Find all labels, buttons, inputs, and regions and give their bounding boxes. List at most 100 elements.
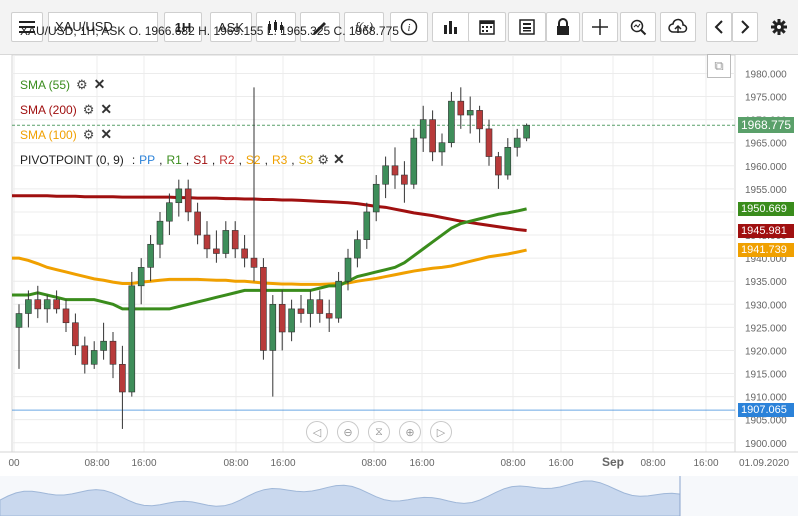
candle-body	[203, 234, 211, 250]
candle-body	[100, 340, 107, 351]
candle-body	[335, 280, 342, 319]
pivot-price-label: 1907.065	[738, 403, 794, 418]
candle-body	[448, 100, 455, 144]
gear-icon[interactable]: ⚙	[76, 77, 88, 93]
indicator-label: SMA (100)	[20, 127, 77, 142]
time-tick: 16:00	[270, 458, 295, 469]
candle-body	[147, 243, 154, 268]
candle-body	[269, 303, 277, 351]
time-tick: 16:00	[131, 458, 156, 469]
candle-body	[344, 257, 352, 282]
zoom-in-icon: ⊕	[405, 426, 415, 439]
zoom-out-button[interactable]: ⊖	[337, 421, 359, 443]
pivot-part: S3	[298, 152, 314, 167]
candle-body	[504, 147, 512, 176]
candle-body	[119, 363, 126, 393]
ohlc-info: XAU/USD, 1H, ASK O. 1966.682 H. 1969.155…	[20, 24, 399, 38]
pivot-part: R3	[271, 152, 288, 167]
time-tick: 08:00	[223, 458, 248, 469]
indicator-label: SMA (200)	[20, 102, 77, 117]
candle-body	[457, 100, 465, 116]
candle-body	[250, 257, 258, 268]
time-tick: Sep	[602, 455, 624, 469]
pivot-part: S1	[193, 152, 208, 167]
candle-body	[156, 220, 164, 245]
price-tick: 1925.000	[745, 323, 787, 334]
candle-body	[278, 303, 286, 333]
pivot-part: S2	[245, 152, 261, 167]
price-tick: 1910.000	[745, 393, 787, 404]
candle-body	[43, 299, 51, 310]
price-tick: 1900.000	[745, 439, 787, 450]
indicator-label: PIVOTPOINT (0, 9)	[20, 152, 124, 167]
candle-body	[476, 110, 483, 130]
navigator-strip	[0, 476, 798, 516]
candle-body	[194, 211, 201, 236]
candle-body	[166, 202, 173, 222]
candle-body	[466, 110, 474, 116]
scroll-back-button[interactable]: ◁	[306, 421, 328, 443]
close-icon[interactable]: ✕	[94, 76, 106, 93]
expand-icon: ⧉	[714, 58, 724, 73]
gear-icon[interactable]: ⚙	[83, 127, 95, 143]
sma55-price-label: 1950.669	[738, 201, 794, 216]
sma200-price-label: 1945.981	[738, 223, 794, 238]
scroll-forward-button[interactable]: ▷	[430, 421, 452, 443]
time-tick: 01.09.2020	[739, 458, 789, 469]
expand-button[interactable]: ⧉	[707, 54, 731, 78]
last-price-label: 1968.775	[738, 117, 794, 134]
price-tick: 1980.000	[745, 69, 787, 80]
candle-body	[53, 299, 60, 310]
price-tick: 1955.000	[745, 185, 787, 196]
price-tick: 1905.000	[745, 416, 787, 427]
candle-body	[316, 299, 324, 314]
candle-body	[90, 350, 98, 365]
pivot-part: R2	[219, 152, 235, 167]
candle-body	[401, 174, 408, 185]
close-icon[interactable]: ✕	[100, 101, 112, 118]
candle-body	[241, 248, 248, 259]
candle-body	[495, 156, 502, 176]
gear-icon[interactable]: ⚙	[317, 152, 329, 168]
candle-body	[25, 299, 32, 314]
triangle-left-icon: ◁	[312, 426, 322, 439]
close-icon[interactable]: ✕	[100, 126, 112, 143]
candle-body	[128, 285, 136, 393]
candle-body	[438, 142, 446, 153]
price-tick: 1960.000	[745, 162, 787, 173]
price-chart[interactable]: 1980.0001975.0001970.0001965.0001960.000…	[0, 0, 798, 516]
candle-body	[222, 230, 230, 254]
candle-body	[260, 267, 267, 351]
price-tick: 1930.000	[745, 300, 787, 311]
reset-button[interactable]: ⧖	[368, 421, 390, 443]
candle-body	[297, 308, 305, 314]
gear-icon[interactable]: ⚙	[83, 102, 95, 118]
candle-body	[372, 183, 380, 213]
price-tick: 1920.000	[745, 346, 787, 357]
candle-body	[354, 239, 361, 259]
indicator-sma100: SMA (100) ⚙ ✕	[20, 126, 112, 143]
candle-body	[175, 188, 183, 204]
candle-body	[213, 248, 220, 254]
indicator-label: SMA (55)	[20, 77, 71, 92]
zoom-in-button[interactable]: ⊕	[399, 421, 421, 443]
chart-grid	[11, 54, 736, 453]
candle-body	[307, 299, 314, 314]
price-tick: 1935.000	[745, 277, 787, 288]
time-tick: 08:00	[640, 458, 665, 469]
price-tick: 1915.000	[745, 370, 787, 381]
candle-body	[184, 188, 192, 213]
candle-body	[382, 165, 389, 185]
indicator-pivot: PIVOTPOINT (0, 9) : PP, R1, S1, R2, S2, …	[20, 151, 345, 168]
candle-body	[231, 230, 239, 250]
sma100-price-label: 1941.739	[738, 243, 794, 258]
reset-icon: ⧖	[375, 425, 383, 438]
candle-body	[363, 211, 371, 240]
close-icon[interactable]: ✕	[333, 151, 345, 168]
time-tick: 08:00	[500, 458, 525, 469]
indicator-sma200: SMA (200) ⚙ ✕	[20, 101, 112, 118]
candle-body	[325, 313, 333, 319]
candle-body	[34, 299, 42, 310]
time-tick: 16:00	[693, 458, 718, 469]
time-axis: 00 08:00 16:00 08:00 16:00 08:00 16:00 08:00 16:…	[0, 451, 798, 469]
